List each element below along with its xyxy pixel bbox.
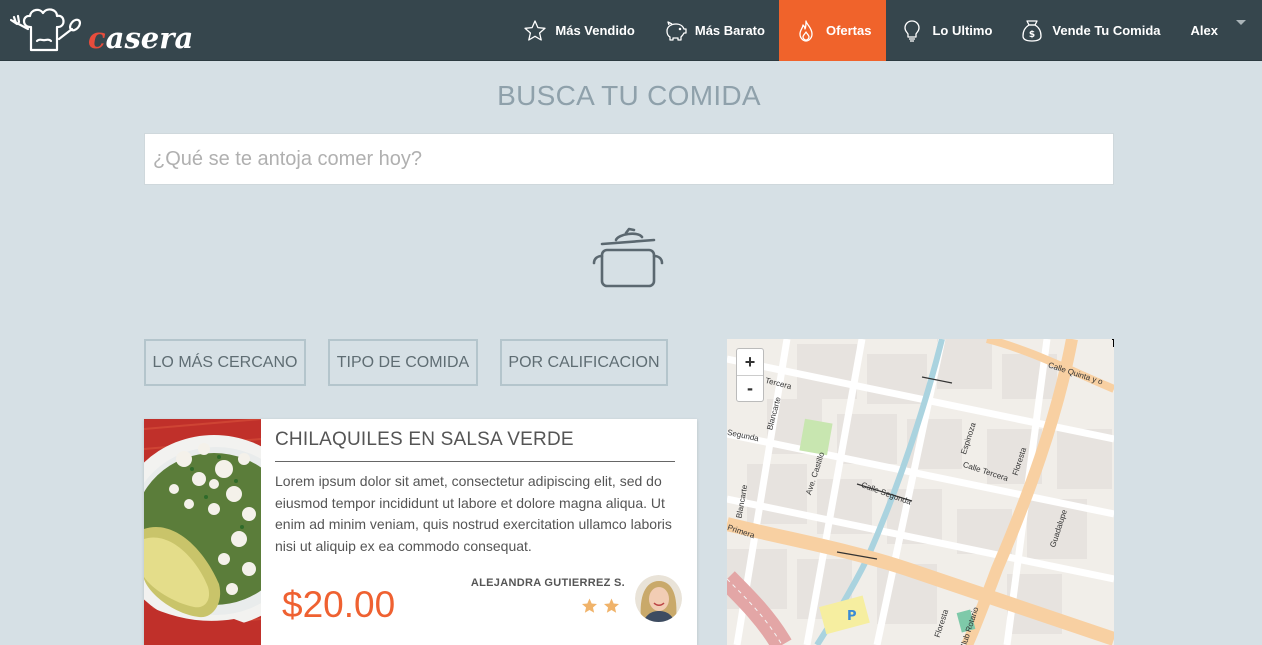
author-avatar[interactable] (635, 575, 682, 622)
food-photo (144, 419, 261, 645)
user-menu[interactable]: Alex (1175, 0, 1262, 61)
star-icon (524, 19, 547, 41)
card-description: Lorem ipsum dolor sit amet, consectetur … (275, 473, 672, 554)
page-title: BUSCA TU COMIDA (497, 80, 761, 111)
svg-text:$: $ (1029, 30, 1035, 40)
nav-lo-ultimo[interactable]: Lo Ultimo (886, 0, 1006, 61)
nav-mas-barato[interactable]: Más Barato (649, 0, 779, 61)
svg-text:P: P (847, 609, 857, 624)
card-title: CHILAQUILES EN SALSA VERDE (275, 429, 574, 450)
nav-ofertas[interactable]: Ofertas (778, 0, 887, 61)
filter-tipo-de-comida[interactable]: TIPO DE COMIDA (328, 339, 478, 386)
star-icon (582, 598, 597, 613)
nav-label: Más Vendido (555, 23, 635, 38)
food-card[interactable]: CHILAQUILES EN SALSA VERDE Lorem ipsum d… (144, 419, 697, 645)
map-zoom-control: + - (736, 348, 764, 402)
user-name: Alex (1190, 23, 1218, 38)
star-icon (604, 598, 619, 613)
piggy-bank-icon (666, 20, 687, 41)
chef-hat-utensils-icon (9, 8, 82, 52)
filter-por-calificacion[interactable]: POR CALIFICACION (500, 339, 668, 386)
zoom-out-button[interactable]: - (737, 375, 763, 401)
nav-vende-tu-comida[interactable]: $ Vende Tu Comida (1006, 0, 1174, 61)
rating-stars (580, 597, 621, 615)
dropdown-caret-icon (1236, 20, 1246, 25)
card-price: $20.00 (282, 584, 396, 625)
filter-lo-mas-cercano[interactable]: LO MÁS CERCANO (144, 339, 306, 386)
card-divider (275, 461, 675, 462)
search-input[interactable] (144, 133, 1114, 185)
nav-mas-vendido[interactable]: Más Vendido (509, 0, 648, 61)
nav-label: Lo Ultimo (932, 23, 993, 38)
location-map[interactable]: P + - Calle Quinta y o Tercera Blancarte… (727, 339, 1114, 645)
cooking-pot-icon (592, 227, 664, 288)
nav-label: Vende Tu Comida (1052, 23, 1161, 38)
card-author[interactable]: ALEJANDRA GUTIERREZ S. (444, 577, 625, 589)
brand-name: casera (88, 21, 194, 55)
zoom-in-button[interactable]: + (737, 349, 763, 375)
main-nav: Más Vendido Más Barato Ofertas Lo Ultimo… (509, 0, 1262, 61)
nav-label: Ofertas (825, 23, 872, 38)
flame-icon (799, 19, 813, 42)
nav-label: Más Barato (694, 23, 765, 38)
lightbulb-icon (904, 19, 921, 42)
top-navbar: casera Más Vendido Más Barato Ofertas Lo… (0, 0, 1262, 61)
money-bag-icon: $ (1022, 19, 1043, 42)
casera-logo[interactable]: casera (9, 5, 193, 55)
